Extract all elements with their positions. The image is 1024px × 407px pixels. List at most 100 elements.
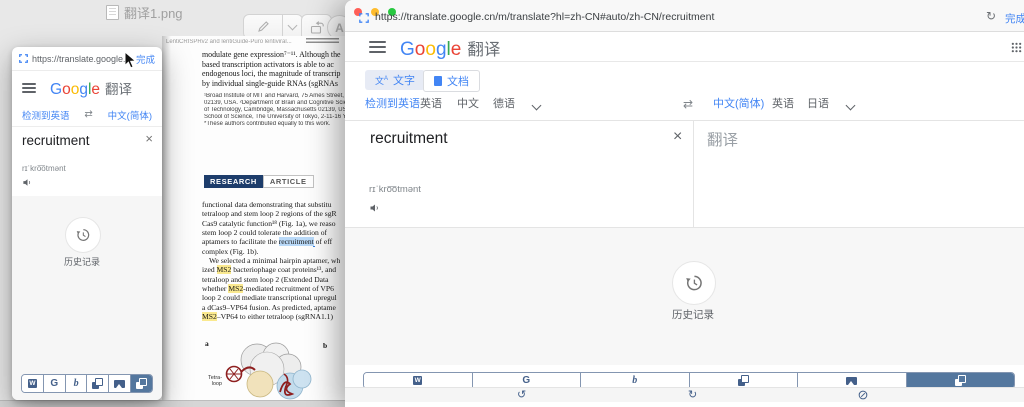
done-button[interactable]: 完成 — [1005, 11, 1024, 26]
translate-selected-button[interactable] — [905, 373, 1014, 388]
wikipedia-button[interactable]: W — [22, 375, 43, 392]
history-button[interactable] — [65, 217, 101, 253]
annotate-label: A — [335, 20, 344, 35]
tab-text[interactable]: 文A 文字 — [365, 70, 426, 90]
badge-article: ARTICLE — [262, 175, 314, 188]
logo-letter: G — [50, 81, 63, 98]
mouse-cursor — [124, 51, 137, 69]
speaker-icon[interactable] — [369, 202, 381, 214]
menu-icon[interactable] — [22, 83, 36, 93]
pdf-header-fragment: LentiCRISPRv2 and lentiGuide-Puro lentiv… — [166, 39, 292, 45]
url-bar[interactable]: https://translate.google.cn/m/translate?… — [375, 11, 975, 23]
target-lang-option[interactable]: 日语 — [807, 94, 829, 114]
pdf-text-line: by individual single-guide RNAs (sgRNAs — [202, 79, 338, 89]
bing-icon: b — [73, 377, 79, 389]
logo-letter: g — [435, 39, 447, 60]
source-text-area[interactable]: recruitment × rɪˈkro͞otmənt — [345, 120, 693, 227]
logo-letter: o — [70, 81, 80, 98]
pdf-text-line: based transcription activators is able t… — [202, 59, 334, 69]
logo-product: 翻译 — [105, 82, 133, 97]
compass-icon[interactable] — [858, 390, 868, 400]
clear-input-icon[interactable]: × — [145, 131, 153, 146]
popup-history-area: 历史记录 W G b — [12, 196, 162, 400]
site-switch-toolbar: W G b — [21, 374, 153, 393]
apps-grid-icon[interactable] — [1011, 42, 1022, 53]
source-lang-option[interactable]: 英语 — [420, 94, 442, 114]
tab-document[interactable]: 文档 — [423, 70, 480, 92]
google-icon: G — [50, 377, 59, 389]
menu-icon[interactable] — [369, 41, 386, 53]
back-icon[interactable]: ↺ — [517, 388, 526, 402]
wikipedia-button[interactable]: W — [364, 373, 472, 388]
source-text[interactable]: recruitment — [370, 130, 448, 148]
expand-icon[interactable] — [19, 54, 28, 63]
pdf-body-paragraph: functional data demonstrating that subst… — [202, 200, 341, 322]
speaker-icon[interactable] — [22, 177, 33, 188]
image-search-button[interactable] — [108, 375, 131, 392]
search-hit-ms2: MS2 — [216, 265, 232, 275]
google-button[interactable]: G — [471, 373, 580, 388]
bing-button[interactable]: b — [580, 373, 689, 388]
pdf-text-line: We selected a minimal hairpin aptamer, w… — [209, 256, 341, 266]
history-button[interactable] — [672, 261, 716, 305]
pdf-text-segment: bacteriophage coat proteins¹³, and — [231, 265, 337, 275]
bing-button[interactable]: b — [64, 375, 87, 392]
pdf-text-line: complex (Fig. 1b). — [202, 246, 259, 256]
swap-languages-icon[interactable]: ⇄ — [84, 109, 92, 120]
pdf-text-segment: ized — [202, 265, 217, 275]
output-text-area: 翻译 — [694, 120, 1024, 227]
image-search-button[interactable] — [797, 373, 906, 388]
history-label: 历史记录 — [672, 309, 714, 321]
translate-page-button[interactable] — [86, 375, 109, 392]
target-lang-option[interactable]: 英语 — [772, 94, 794, 114]
window-title: 翻译1.png — [124, 6, 183, 21]
source-lang-detected[interactable]: 检测到英语 — [365, 94, 420, 114]
google-translate-logo[interactable]: Google 翻译 — [400, 36, 500, 61]
logo-letter: e — [91, 81, 101, 98]
pdf-footnote: ¹Broad Institute of MIT and Harvard, 75 … — [204, 93, 345, 128]
image-icon — [114, 379, 126, 388]
pdf-text-segment: –VP64 to either tetraloop (sgRNA1.1) — [216, 312, 333, 322]
pdf-text-segment: aptamers to facilitate the — [202, 237, 279, 247]
wikipedia-icon: W — [27, 379, 37, 388]
pdf-text-line: endogenous loci, the magnitude of transc… — [202, 69, 341, 79]
pdf-text-line: tetraloop and stem loop 2 (Extended Data — [202, 274, 329, 284]
google-button[interactable]: G — [42, 375, 65, 392]
translate-selected-button[interactable] — [130, 375, 152, 392]
language-bar: 检测到英语 英语 中文 德语 ⇄ 中文(简体) 英语 日语 — [345, 94, 1024, 121]
page-edge-shadow — [162, 36, 171, 401]
pdf-text-line: ized MS2 bacteriophage coat proteins¹³, … — [202, 265, 340, 275]
preview-window-bottom — [0, 400, 345, 407]
swap-languages-icon[interactable]: ⇄ — [683, 94, 693, 114]
target-lang-dropdown-icon[interactable] — [845, 100, 856, 111]
pdf-intro-paragraph: modulate gene expression⁷⁻¹¹. Although t… — [202, 50, 341, 89]
popup-header: Google 翻译 — [12, 71, 162, 103]
source-lang-option[interactable]: 德语 — [493, 94, 515, 114]
url-bar[interactable]: https://translate.google.cn/m/transl — [32, 54, 132, 64]
target-lang-selected[interactable]: 中文(简体) — [713, 94, 764, 114]
translate-browser-window: https://translate.google.cn/m/translate?… — [345, 0, 1024, 407]
source-lang-detected[interactable]: 检测到英语 — [22, 108, 70, 122]
pdf-text-line: Cas9 catalytic function¹⁸ (Fig. 1a), we … — [202, 218, 336, 228]
pdf-text-line: ¹Broad Institute of MIT and Harvard, 75 … — [204, 93, 345, 99]
tabs-row: 文A 文字 文档 — [345, 61, 1024, 95]
tab-label: 文档 — [447, 76, 469, 88]
translate-page-button[interactable] — [688, 373, 797, 388]
google-translate-logo[interactable]: Google 翻译 — [50, 78, 132, 99]
refresh-icon[interactable]: ↻ — [986, 9, 996, 23]
preview-title: 翻译1.png — [106, 3, 183, 22]
popup-source-text-area[interactable]: recruitment × rɪˈkro͞otmənt — [12, 127, 162, 198]
source-text[interactable]: recruitment — [22, 133, 90, 148]
source-lang-dropdown-icon[interactable] — [531, 100, 542, 111]
pdf-text-line: loop 2 could mediate transcriptional upr… — [202, 293, 337, 303]
expand-icon[interactable] — [359, 13, 369, 23]
chevron-down-icon — [287, 20, 298, 30]
clear-input-icon[interactable]: × — [673, 128, 682, 146]
pencil-icon — [257, 21, 269, 32]
tab-label: 文字 — [393, 75, 416, 87]
source-lang-option[interactable]: 中文 — [457, 94, 479, 114]
forward-icon[interactable]: ↻ — [688, 388, 697, 402]
done-button[interactable]: 完成 — [136, 52, 155, 66]
research-article-badge: RESEARCH ARTICLE — [204, 175, 314, 188]
target-lang-selected[interactable]: 中文(简体) — [108, 108, 152, 122]
